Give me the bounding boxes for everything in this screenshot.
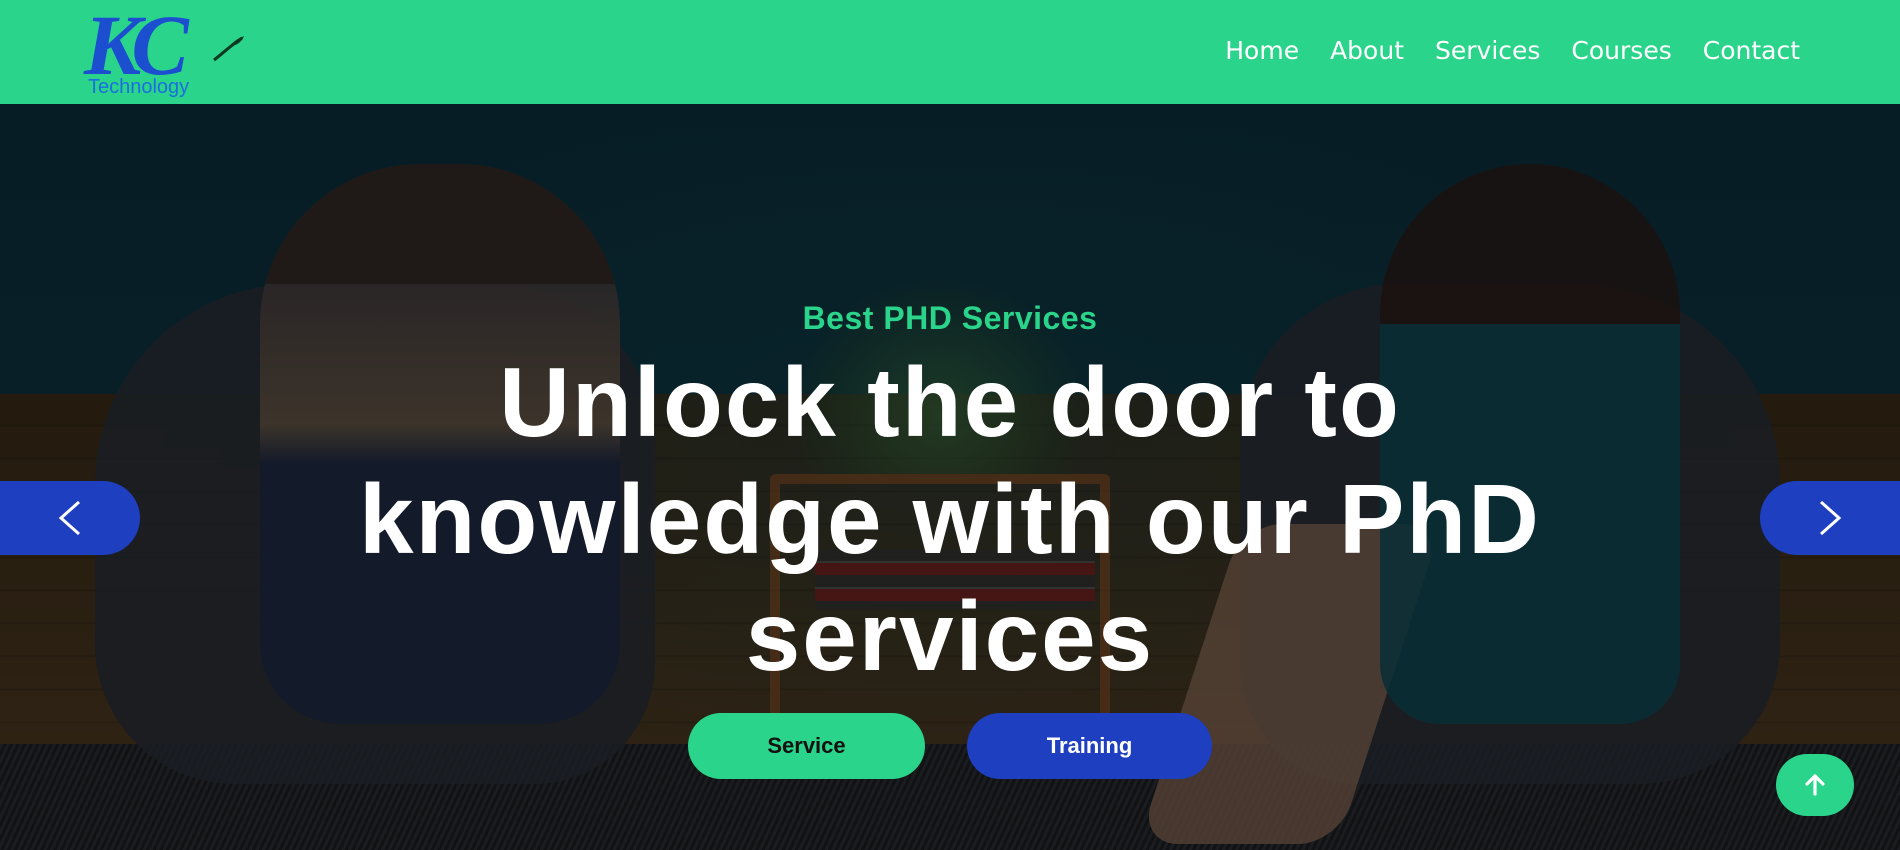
hero-headline: Unlock the door to knowledge with our Ph… xyxy=(359,347,1541,691)
nav-contact[interactable]: Contact xyxy=(1703,34,1800,68)
hero-content: Best PHD Services Unlock the door to kno… xyxy=(0,104,1900,850)
site-header: KC Technology Home About Services Course… xyxy=(0,0,1900,104)
arrow-up-icon xyxy=(1805,774,1825,796)
scroll-to-top-button[interactable] xyxy=(1776,754,1854,816)
nav-home[interactable]: Home xyxy=(1225,34,1299,68)
carousel-prev-button[interactable] xyxy=(0,481,140,555)
brand-logo[interactable]: KC Technology xyxy=(82,2,252,102)
nav-services[interactable]: Services xyxy=(1435,34,1540,68)
chevron-right-icon xyxy=(1820,500,1842,536)
service-button[interactable]: Service xyxy=(688,713,925,779)
logo-text: Technology xyxy=(88,76,190,98)
chevron-left-icon xyxy=(58,500,80,536)
nav-about[interactable]: About xyxy=(1330,34,1404,68)
hero-subtitle: Best PHD Services xyxy=(802,300,1098,336)
carousel-next-button[interactable] xyxy=(1760,481,1900,555)
leaf-icon xyxy=(213,36,244,62)
hero-carousel: Best PHD Services Unlock the door to kno… xyxy=(0,104,1900,850)
main-nav: Home About Services Courses Contact xyxy=(1194,34,1800,68)
nav-courses[interactable]: Courses xyxy=(1571,34,1671,68)
training-button[interactable]: Training xyxy=(967,713,1212,779)
